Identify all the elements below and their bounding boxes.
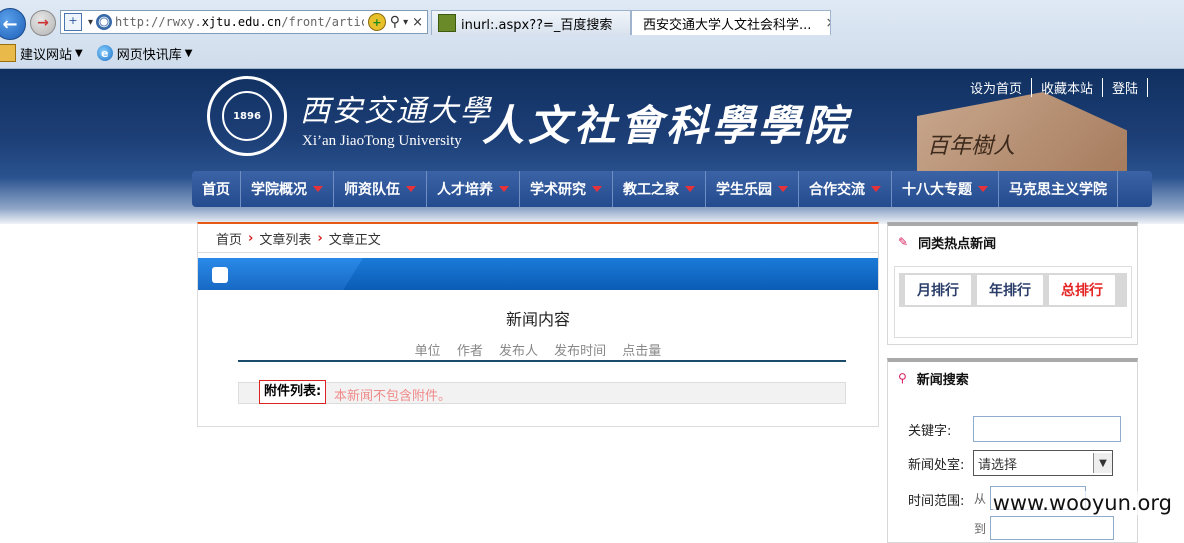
refresh-icon[interactable]: × [412,15,423,30]
meta-publish-time: 发布时间 [554,344,607,359]
chevron-right-icon: › [248,230,254,246]
login-link[interactable]: 登陆 [1103,78,1148,97]
ie-logo-icon: e [96,45,113,61]
end-date-input[interactable] [990,516,1114,540]
nav-item-students[interactable]: 学生乐园 [706,171,799,207]
university-name-en: Xi’an JiaoTong University [302,133,462,149]
nav-item-about[interactable]: 学院概况 [241,171,334,207]
favorite-web-slice-gallery[interactable]: e 网页快讯库 ▼ [96,44,193,63]
department-label: 新闻处室: [908,458,965,473]
chevron-down-icon: ▼ [184,47,193,59]
tab-total-rank[interactable]: 总排行 [1049,275,1115,305]
nav-item-18th-congress[interactable]: 十八大专题 [892,171,999,207]
chevron-down-icon[interactable]: ▾ [403,17,408,28]
favorites-bar: 建议网站 ▼ e 网页快讯库 ▼ [0,42,206,64]
tab-title: inurl:.aspx??=_百度搜索 [461,17,613,33]
nav-item-faculty[interactable]: 师资队伍 [334,171,427,207]
nav-item-staff-home[interactable]: 教工之家 [613,171,706,207]
time-range-label: 时间范围: [908,494,965,509]
main-navigation: 首页 学院概况 师资队伍 人才培养 学术研究 教工之家 学生乐园 合作交流 十八… [192,171,1152,207]
arrow-left-icon: ← [2,13,18,35]
article-meta: 单位 作者 发布人 发布时间 点击量 [198,340,878,359]
department-select[interactable]: 请选择 ▼ [973,450,1113,476]
search-icon[interactable]: ⚲ [390,14,400,30]
dropdown-arrow-icon [871,186,881,192]
chevron-down-icon[interactable]: ▼ [1093,453,1112,473]
browser-tab-xjtu[interactable]: 西安交通大学人文社会科学... × [631,10,831,35]
compatibility-view-icon[interactable]: + [367,13,386,31]
chevron-down-icon: ▼ [75,47,83,59]
close-icon[interactable]: × [825,15,830,31]
seal-center: 1896 [222,91,272,141]
browser-chrome: ← → + ▾ http://rwxy.xjtu.edu.cn/front/ar… [0,0,1184,69]
security-shield-icon[interactable]: + [64,13,82,31]
meta-views: 点击量 [622,344,662,359]
tab-monthly-rank[interactable]: 月排行 [905,275,971,305]
tab-yearly-rank[interactable]: 年排行 [977,275,1043,305]
from-label: 从 [974,492,987,506]
nav-item-education[interactable]: 人才培养 [427,171,520,207]
suggested-sites-icon [0,44,16,62]
chevron-down-icon[interactable]: ▾ [88,17,93,28]
arrow-right-icon: → [37,15,49,31]
college-name: 人文社會科學學院 [482,101,851,150]
meta-unit: 单位 [414,344,441,359]
favorite-suggested-sites[interactable]: 建议网站 ▼ [0,44,83,63]
watermark: www.wooyun.org [992,491,1172,515]
breadcrumb-current: 文章正文 [328,232,381,248]
ranking-tabs: 月排行 年排行 总排行 [899,273,1127,307]
meta-author: 作者 [456,344,483,359]
ranking-box: 月排行 年排行 总排行 [894,266,1132,338]
article-title: 新闻内容 [505,310,570,329]
attachment-row: 附件列表: 本新闻不包含附件。 [238,380,846,404]
dropdown-arrow-icon [313,186,323,192]
dropdown-arrow-icon [592,186,602,192]
breadcrumb-article-list[interactable]: 文章列表 [259,229,311,248]
browser-tab-baidu[interactable]: inurl:.aspx??=_百度搜索 [431,10,631,35]
news-search-panel: ⚲ 新闻搜索 关键字: 新闻处室: 请选择 ▼ 时间范围: 从 到 [887,358,1138,543]
keyword-label: 关键字: [908,424,952,439]
attachment-value: 本新闻不包含附件。 [334,389,452,404]
divider [238,360,846,362]
university-seal-logo[interactable]: 1896 [207,76,287,156]
dropdown-arrow-icon [685,186,695,192]
search-icon: ⚲ [898,371,907,385]
nav-item-home[interactable]: 首页 [192,171,241,207]
dropdown-arrow-icon [978,186,988,192]
chevron-right-icon: › [317,230,323,246]
hot-news-header: ✎ 同类热点新闻 [898,235,997,252]
set-homepage-link[interactable]: 设为首页 [961,78,1032,97]
top-links: 设为首页 收藏本站 登陆 [961,78,1148,97]
square-icon [212,267,228,283]
address-bar[interactable]: + ▾ http://rwxy.xjtu.edu.cn/front/articl… [60,10,428,34]
university-name-cn: 西安交通大學 [300,94,492,129]
attachment-label: 附件列表: [259,380,327,404]
nav-item-cooperation[interactable]: 合作交流 [799,171,892,207]
keyword-input[interactable] [973,416,1121,442]
meta-publisher: 发布人 [498,344,538,359]
hot-news-panel: ✎ 同类热点新闻 月排行 年排行 总排行 [887,222,1138,345]
url-text[interactable]: http://rwxy.xjtu.edu.cn/front/articlenew… [115,15,364,29]
article-panel: 首页 › 文章列表 › 文章正文 新闻内容 单位 作者 发布人 发布时间 点击量… [197,222,879,427]
dropdown-arrow-icon [406,186,416,192]
nav-item-research[interactable]: 学术研究 [520,171,613,207]
nav-item-marxism-school[interactable]: 马克思主义学院 [999,171,1118,207]
forward-button[interactable]: → [30,10,56,36]
tab-title: 西安交通大学人文社会科学... [643,17,812,33]
breadcrumb-home[interactable]: 首页 [216,229,242,248]
article-title-bar [198,258,878,290]
page-favicon-icon [438,14,456,32]
breadcrumb: 首页 › 文章列表 › 文章正文 [198,224,878,253]
bookmark-site-link[interactable]: 收藏本站 [1032,78,1103,97]
dropdown-arrow-icon [499,186,509,192]
back-button[interactable]: ← [0,8,26,40]
to-label: 到 [974,522,987,536]
site-favicon-icon [96,14,113,30]
pushpin-icon: ✎ [898,235,909,249]
news-search-header: ⚲ 新闻搜索 [898,371,969,388]
dropdown-arrow-icon [778,186,788,192]
